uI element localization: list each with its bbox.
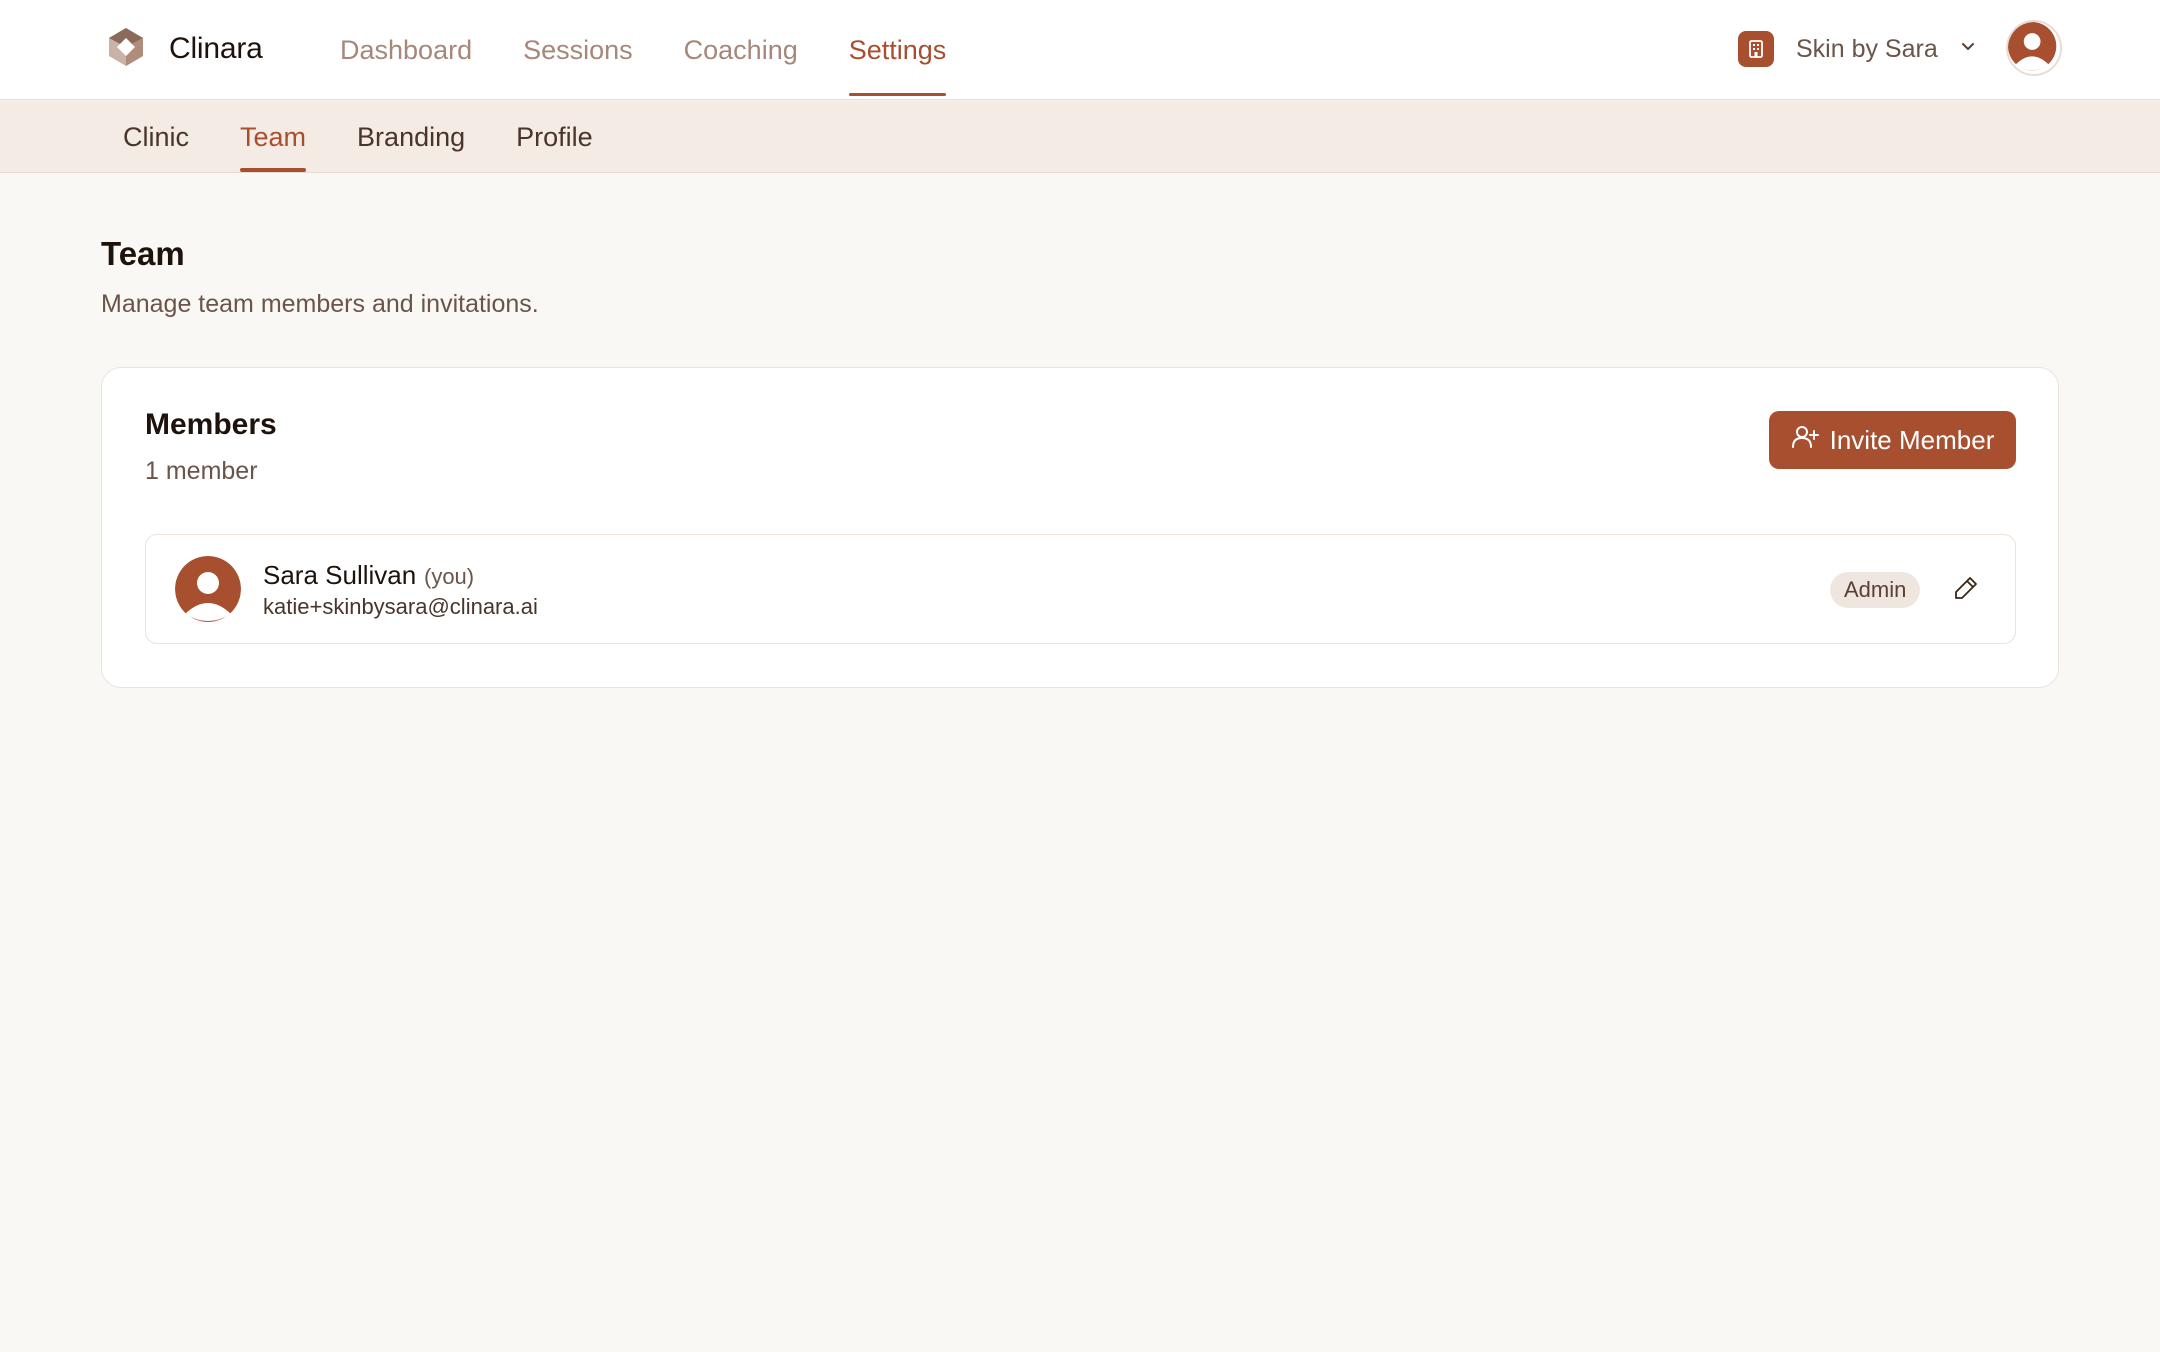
main-nav: Dashboard Sessions Coaching Settings	[340, 0, 997, 100]
members-title: Members	[145, 408, 277, 441]
members-card: Members 1 member Invite Member Sara Sull…	[101, 367, 2059, 688]
member-name: Sara Sullivan	[263, 560, 417, 590]
top-header: Clinara Dashboard Sessions Coaching Sett…	[0, 0, 2160, 100]
app-name: Clinara	[169, 32, 263, 65]
member-avatar-icon	[175, 556, 241, 622]
tab-clinic[interactable]: Clinic	[123, 101, 189, 173]
page-title: Team	[101, 235, 185, 272]
edit-member-button[interactable]	[1948, 572, 1984, 608]
user-plus-icon	[1791, 423, 1830, 458]
settings-tabs-bar: Clinic Team Branding Profile	[0, 101, 2160, 173]
clinara-logo-icon	[105, 26, 147, 73]
clinic-switcher[interactable]: Skin by Sara	[1738, 30, 1978, 68]
chevron-down-icon	[1938, 37, 1978, 62]
settings-tabs: Clinic Team Branding Profile	[123, 101, 644, 173]
nav-coaching[interactable]: Coaching	[684, 0, 798, 100]
building-icon	[1738, 31, 1774, 67]
user-avatar-button[interactable]	[2006, 20, 2062, 76]
role-badge: Admin	[1830, 572, 1921, 608]
member-self-tag: (you)	[424, 564, 475, 589]
brand[interactable]: Clinara	[105, 25, 263, 73]
invite-member-label: Invite Member	[1829, 424, 1995, 455]
user-avatar-icon	[2008, 22, 2060, 74]
tab-profile[interactable]: Profile	[516, 101, 593, 173]
member-row: Sara Sullivan (you) katie+skinbysara@cli…	[145, 534, 2016, 644]
nav-dashboard[interactable]: Dashboard	[340, 0, 472, 100]
nav-sessions[interactable]: Sessions	[523, 0, 633, 100]
pencil-icon	[1953, 575, 1979, 606]
members-count: 1 member	[145, 457, 258, 485]
tab-team[interactable]: Team	[240, 101, 307, 173]
clinic-name: Skin by Sara	[1796, 34, 1938, 63]
member-email: katie+skinbysara@clinara.ai	[263, 594, 538, 619]
nav-settings[interactable]: Settings	[848, 0, 946, 100]
tab-branding[interactable]: Branding	[357, 101, 465, 173]
page-subtitle: Manage team members and invitations.	[101, 290, 539, 318]
invite-member-button[interactable]: Invite Member	[1769, 411, 2016, 469]
